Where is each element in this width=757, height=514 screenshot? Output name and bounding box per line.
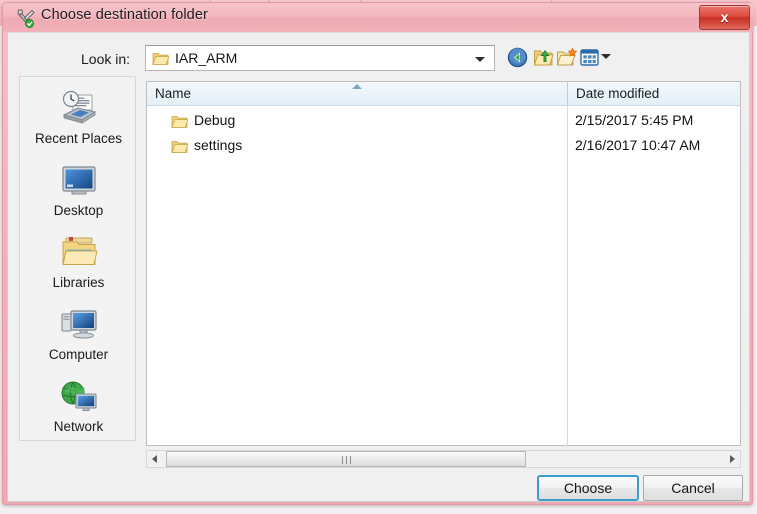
grip-icon: [342, 456, 351, 464]
folder-icon: [152, 51, 169, 66]
look-in-value: IAR_ARM: [175, 50, 237, 66]
close-button[interactable]: x: [699, 5, 750, 30]
recent-places-icon: [58, 89, 100, 129]
table-row[interactable]: settings 2/16/2017 10:47 AM: [147, 134, 740, 159]
back-button[interactable]: [507, 47, 528, 68]
views-button[interactable]: [579, 47, 600, 68]
sidebar-item-label: Libraries: [20, 275, 137, 290]
folder-icon: [171, 114, 188, 129]
file-name: Debug: [194, 112, 235, 128]
choose-destination-folder-dialog: Choose destination folder x Look in: IAR…: [2, 2, 753, 505]
look-in-combobox[interactable]: IAR_ARM: [145, 45, 495, 71]
dialog-title: Choose destination folder: [41, 7, 208, 23]
sidebar-item-network[interactable]: Network: [20, 373, 137, 441]
file-name: settings: [194, 137, 242, 153]
tools-icon: [15, 7, 37, 29]
sidebar-item-libraries[interactable]: Libraries: [20, 229, 137, 297]
network-icon: [58, 377, 100, 417]
computer-icon: [58, 305, 100, 345]
file-list-header: Name Date modified: [147, 82, 740, 106]
sidebar-item-recent-places[interactable]: Recent Places: [20, 85, 137, 153]
arrow-left-icon[interactable]: [147, 451, 164, 467]
sidebar-item-label: Recent Places: [20, 131, 137, 146]
choose-button[interactable]: Choose: [537, 475, 639, 501]
libraries-icon: [58, 233, 100, 273]
places-sidebar: Recent Places Desk: [19, 76, 136, 441]
sidebar-item-label: Network: [20, 419, 137, 434]
arrow-right-icon[interactable]: [723, 451, 740, 467]
chevron-down-icon[interactable]: [475, 57, 485, 62]
table-row[interactable]: Debug 2/15/2017 5:45 PM: [147, 109, 740, 134]
file-date-modified: 2/16/2017 10:47 AM: [575, 137, 700, 153]
sidebar-item-label: Desktop: [20, 203, 137, 218]
create-new-folder-button[interactable]: [556, 47, 577, 68]
up-one-level-button[interactable]: [533, 47, 554, 68]
close-icon: x: [700, 6, 749, 29]
desktop-icon: [58, 161, 100, 201]
file-date-modified: 2/15/2017 5:45 PM: [575, 112, 693, 128]
sidebar-item-desktop[interactable]: Desktop: [20, 157, 137, 225]
column-header-date-modified[interactable]: Date modified: [567, 82, 740, 105]
chevron-down-icon[interactable]: [601, 54, 611, 59]
cancel-button[interactable]: Cancel: [643, 475, 743, 501]
sidebar-item-computer[interactable]: Computer: [20, 301, 137, 369]
file-list-view[interactable]: Name Date modified Debug 2/15/2017 5:45 …: [146, 81, 741, 446]
look-in-label: Look in:: [81, 51, 130, 67]
sidebar-item-label: Computer: [20, 347, 137, 362]
scrollbar-thumb[interactable]: [166, 451, 526, 467]
folder-icon: [171, 139, 188, 154]
dialog-titlebar[interactable]: Choose destination folder x: [3, 3, 754, 32]
sort-ascending-icon: [352, 84, 362, 89]
horizontal-scrollbar[interactable]: [146, 450, 741, 468]
